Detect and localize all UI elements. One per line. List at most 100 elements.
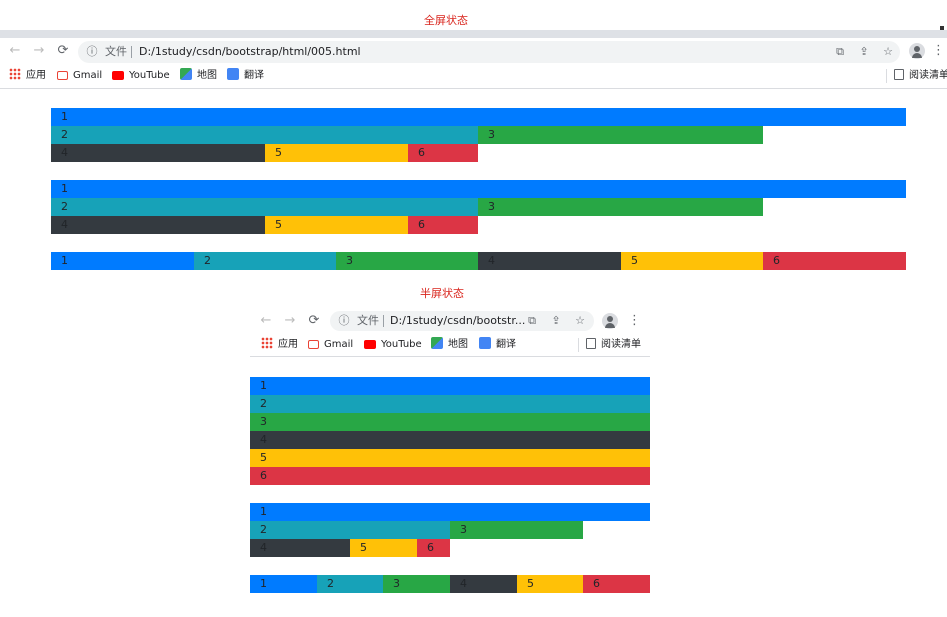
translate-icon[interactable]: ⧉ [832,44,848,60]
column-label: 2 [204,254,211,267]
column-label: 4 [260,541,267,554]
bookmark-apps[interactable]: 应用 [9,68,46,84]
row1-col-5: 5 [265,144,408,162]
column-label: 3 [488,128,495,141]
column-label: 3 [488,200,495,213]
bookmark-maps[interactable]: 地图 [180,68,217,84]
small-url-text[interactable]: D:/1study/csdn/bootstr... [390,311,525,331]
bookmark-youtube[interactable]: YouTube [112,68,170,84]
small-bookmark-translate[interactable]: 翻译 [479,337,516,353]
url-text[interactable]: D:/1study/csdn/bootstrap/html/005.html [139,41,361,63]
column-label: 6 [773,254,780,267]
small-bookmark-maps[interactable]: 地图 [431,337,468,353]
column-label: 2 [61,128,68,141]
half-row1-col-5: 5 [250,449,650,467]
small-bookmark-youtube-label: YouTube [381,339,422,350]
row2-col-3: 3 [478,198,763,216]
row2-col-2: 2 [51,198,478,216]
half-row3-col-4: 4 [450,575,517,593]
small-reading-list-icon [586,338,596,349]
bookmark-youtube-label: YouTube [129,70,170,81]
apps-grid-icon [9,68,21,80]
column-label: 1 [260,577,267,590]
reload-icon[interactable]: ⟳ [54,42,72,60]
row3-col-4: 4 [478,252,621,270]
bookmark-gmail-label: Gmail [73,70,103,81]
forward-icon[interactable]: → [30,42,48,60]
file-label: 文件 [105,45,127,58]
share-icon[interactable]: ⇪ [856,44,872,60]
row1-col-3: 3 [478,126,763,144]
google-translate-icon [227,68,239,80]
bookmarks-separator [886,69,887,83]
small-bookmark-gmail-label: Gmail [324,339,354,350]
info-icon[interactable]: ⓘ [84,44,100,60]
column-label: 4 [61,146,68,159]
tab-strip [0,30,947,38]
half-row3-col-3: 3 [383,575,450,593]
youtube-icon [112,71,124,80]
address-separator [131,46,132,58]
star-icon[interactable]: ☆ [880,44,896,60]
small-address-separator [383,315,384,327]
menu-icon[interactable]: ⋮ [932,42,945,60]
small-bookmark-gmail[interactable]: Gmail [308,337,353,353]
small-star-icon[interactable]: ☆ [572,313,588,329]
column-label: 1 [260,505,267,518]
small-translate-icon[interactable]: ⧉ [524,313,540,329]
bookmark-maps-label: 地图 [197,70,217,81]
small-reload-icon[interactable]: ⟳ [305,312,323,330]
small-reading-list-label: 阅读清单 [601,339,641,350]
column-label: 2 [260,397,267,410]
column-label: 1 [260,379,267,392]
reading-list[interactable]: 阅读清单 [894,68,947,84]
small-address-bar[interactable]: ⓘ 文件 D:/1study/csdn/bootstr... ⧉ ⇪ ☆ [330,311,594,331]
small-bookmark-apps[interactable]: 应用 [261,337,298,353]
column-label: 5 [527,577,534,590]
column-label: 4 [61,218,68,231]
row3-col-1: 1 [51,252,194,270]
small-browser-toolbar: ← → ⟳ ⓘ 文件 D:/1study/csdn/bootstr... ⧉ ⇪… [250,308,650,334]
row2-col-6: 6 [408,216,478,234]
address-bar[interactable]: ⓘ 文件 D:/1study/csdn/bootstrap/html/005.h… [78,41,900,63]
small-profile-icon[interactable] [602,313,618,329]
column-label: 4 [460,577,467,590]
back-icon[interactable]: ← [6,42,24,60]
small-reading-list[interactable]: 阅读清单 [586,337,641,353]
small-bookmark-apps-label: 应用 [278,339,298,350]
half-row2-col-2: 2 [250,521,450,539]
row3-col-2: 2 [194,252,336,270]
small-share-icon[interactable]: ⇪ [548,313,564,329]
column-label: 1 [61,110,68,123]
half-row1-col-3: 3 [250,413,650,431]
column-label: 5 [260,451,267,464]
column-label: 1 [61,182,68,195]
bookmark-translate-label: 翻译 [244,70,264,81]
small-youtube-icon [364,340,376,349]
small-back-icon[interactable]: ← [257,312,275,330]
column-label: 3 [460,523,467,536]
small-bookmark-youtube[interactable]: YouTube [364,337,422,353]
column-label: 6 [593,577,600,590]
half-row2-col-6: 6 [417,539,450,557]
small-menu-icon[interactable]: ⋮ [628,312,641,330]
column-label: 5 [275,146,282,159]
small-file-label: 文件 [357,314,379,327]
column-label: 3 [260,415,267,428]
half-row2-col-5: 5 [350,539,417,557]
half-row2-col-4: 4 [250,539,350,557]
reading-list-label: 阅读清单 [909,70,947,81]
small-forward-icon[interactable]: → [281,312,299,330]
small-bookmarks-bar: 应用 Gmail YouTube 地图 翻译 阅读清单 [250,334,650,357]
browser-toolbar: ← → ⟳ ⓘ 文件 D:/1study/csdn/bootstrap/html… [0,38,947,64]
bookmark-gmail[interactable]: Gmail [57,68,102,84]
small-maps-icon [431,337,443,349]
bookmark-translate[interactable]: 翻译 [227,68,264,84]
half-row1-col-4: 4 [250,431,650,449]
profile-icon[interactable] [909,43,925,59]
half-row3-col-1: 1 [250,575,317,593]
column-label: 2 [260,523,267,536]
small-info-icon[interactable]: ⓘ [336,313,352,329]
maps-icon [180,68,192,80]
reading-list-icon [894,69,904,80]
